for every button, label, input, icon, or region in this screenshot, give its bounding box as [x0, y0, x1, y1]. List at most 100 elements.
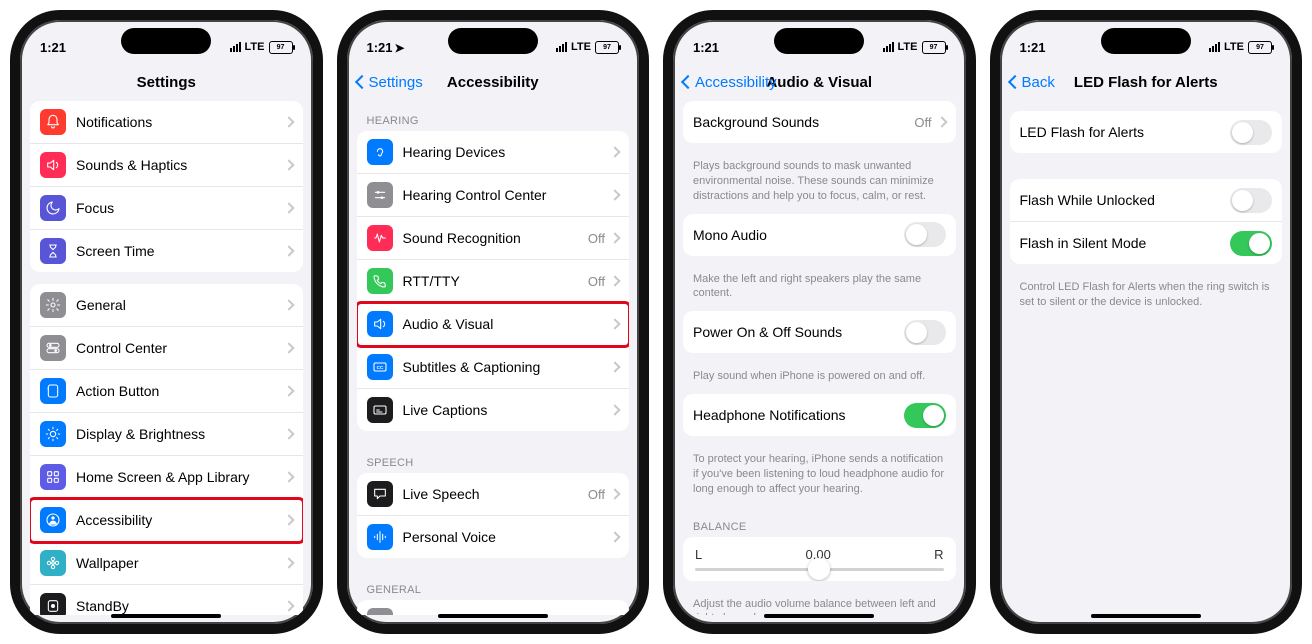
chevron-left-icon	[681, 75, 695, 89]
row-power-sounds[interactable]: Power On & Off Sounds	[683, 311, 956, 353]
row-flash-unlocked[interactable]: Flash While Unlocked	[1010, 179, 1283, 222]
row-control-center[interactable]: Control Center	[30, 327, 303, 370]
chevron-right-icon	[283, 514, 294, 525]
row-flash-silent[interactable]: Flash in Silent Mode	[1010, 222, 1283, 264]
slider-thumb[interactable]	[808, 558, 830, 580]
bell-icon	[40, 109, 66, 135]
home-indicator[interactable]	[111, 614, 221, 618]
back-button[interactable]: Settings	[357, 74, 423, 91]
battery-icon: 97	[1248, 41, 1272, 54]
chevron-right-icon	[609, 232, 620, 243]
home-indicator[interactable]	[764, 614, 874, 618]
navbar: Back LED Flash for Alerts	[1000, 64, 1293, 101]
row-label: Hearing Devices	[403, 144, 612, 160]
row-led-flash-main[interactable]: LED Flash for Alerts	[1010, 111, 1283, 153]
row-label: StandBy	[76, 598, 285, 614]
page-title: Settings	[137, 74, 196, 91]
row-guided-access[interactable]: Guided AccessOff	[357, 600, 630, 615]
notch	[121, 28, 211, 54]
balance-right-label: R	[934, 547, 943, 562]
row-hearing-devices[interactable]: Hearing Devices	[357, 131, 630, 174]
signal-icon	[883, 42, 894, 52]
row-label: Focus	[76, 200, 285, 216]
row-label: Subtitles & Captioning	[403, 359, 612, 375]
voice-icon	[367, 524, 393, 550]
notch	[774, 28, 864, 54]
signal-label: LTE	[245, 41, 265, 53]
row-subtitles-captioning[interactable]: CC Subtitles & Captioning	[357, 346, 630, 389]
row-notifications[interactable]: Notifications	[30, 101, 303, 144]
back-button[interactable]: Back	[1010, 74, 1055, 91]
row-headphone-notifications[interactable]: Headphone Notifications	[683, 394, 956, 436]
battery-icon: 97	[269, 41, 293, 54]
row-background-sounds[interactable]: Background Sounds Off	[683, 101, 956, 143]
caption-icon	[367, 397, 393, 423]
back-button[interactable]: Accessibility	[683, 74, 777, 91]
section-header-general: GENERAL	[357, 570, 630, 600]
home-indicator[interactable]	[438, 614, 548, 618]
chevron-right-icon	[609, 404, 620, 415]
toggle-power-sounds[interactable]	[904, 320, 946, 345]
row-wallpaper[interactable]: Wallpaper	[30, 542, 303, 585]
navbar: Settings Accessibility	[347, 64, 640, 101]
row-focus[interactable]: Focus	[30, 187, 303, 230]
signal-label: LTE	[571, 41, 591, 53]
toggle-mono-audio[interactable]	[904, 222, 946, 247]
footer-headphone: To protect your hearing, iPhone sends a …	[683, 448, 956, 507]
row-label: General	[76, 297, 285, 313]
row-live-speech[interactable]: Live SpeechOff	[357, 473, 630, 516]
home-indicator[interactable]	[1091, 614, 1201, 618]
toggle-headphone-notifications[interactable]	[904, 403, 946, 428]
row-display-brightness[interactable]: Display & Brightness	[30, 413, 303, 456]
svg-text:CC: CC	[376, 365, 383, 370]
toggle-flash-unlocked[interactable]	[1230, 188, 1272, 213]
settings-list[interactable]: Notifications Sounds & Haptics Focus Screen…	[20, 101, 313, 615]
toggle-led-flash[interactable]	[1230, 120, 1272, 145]
audio-visual-list[interactable]: Background Sounds Off Plays background s…	[673, 101, 966, 615]
row-label: Wallpaper	[76, 555, 285, 571]
notch	[448, 28, 538, 54]
row-screen-time[interactable]: Screen Time	[30, 230, 303, 272]
row-personal-voice[interactable]: Personal Voice	[357, 516, 630, 558]
row-sound-recognition[interactable]: Sound RecognitionOff	[357, 217, 630, 260]
moon-icon	[40, 195, 66, 221]
row-standby[interactable]: StandBy	[30, 585, 303, 615]
row-general[interactable]: General	[30, 284, 303, 327]
signal-label: LTE	[898, 41, 918, 53]
switches-icon	[40, 335, 66, 361]
balance-slider[interactable]: L 0.00 R	[683, 537, 956, 581]
location-icon: ➤	[395, 41, 405, 55]
row-live-captions[interactable]: Live Captions	[357, 389, 630, 431]
row-home-screen-app-library[interactable]: Home Screen & App Library	[30, 456, 303, 499]
phone-audio-visual: 1:21 LTE 97 Accessibility Audio & Visual…	[663, 10, 976, 634]
led-flash-list[interactable]: LED Flash for Alerts Flash While Unlocke…	[1000, 101, 1293, 615]
row-hearing-control-center[interactable]: Hearing Control Center	[357, 174, 630, 217]
row-sounds-haptics[interactable]: Sounds & Haptics	[30, 144, 303, 187]
chevron-right-icon	[283, 471, 294, 482]
standby-icon	[40, 593, 66, 615]
status-time: 1:21	[40, 40, 66, 55]
footer-balance: Adjust the audio volume balance between …	[683, 593, 956, 615]
row-label: Accessibility	[76, 512, 285, 528]
slider-track[interactable]	[695, 568, 944, 571]
accessibility-list[interactable]: HEARING Hearing DevicesHearing Control C…	[347, 101, 640, 615]
page-title: Audio & Visual	[766, 74, 872, 91]
row-label: RTT/TTY	[403, 273, 588, 289]
battery-icon: 97	[922, 41, 946, 54]
phone-led-flash: 1:21 LTE 97 Back LED Flash for Alerts LE…	[990, 10, 1303, 634]
section-header-speech: SPEECH	[357, 443, 630, 473]
toggle-flash-silent[interactable]	[1230, 231, 1272, 256]
row-audio-visual[interactable]: Audio & Visual	[357, 303, 630, 346]
row-action-button[interactable]: Action Button	[30, 370, 303, 413]
row-label: Notifications	[76, 114, 285, 130]
wave-icon	[367, 225, 393, 251]
chevron-right-icon	[609, 318, 620, 329]
row-accessibility[interactable]: Accessibility	[30, 499, 303, 542]
row-mono-audio[interactable]: Mono Audio	[683, 214, 956, 256]
row-value: Off	[588, 614, 605, 616]
chevron-left-icon	[354, 75, 368, 89]
phone-icon	[367, 268, 393, 294]
row-value: Off	[588, 274, 605, 289]
chevron-right-icon	[609, 361, 620, 372]
row-rtt-tty[interactable]: RTT/TTYOff	[357, 260, 630, 303]
